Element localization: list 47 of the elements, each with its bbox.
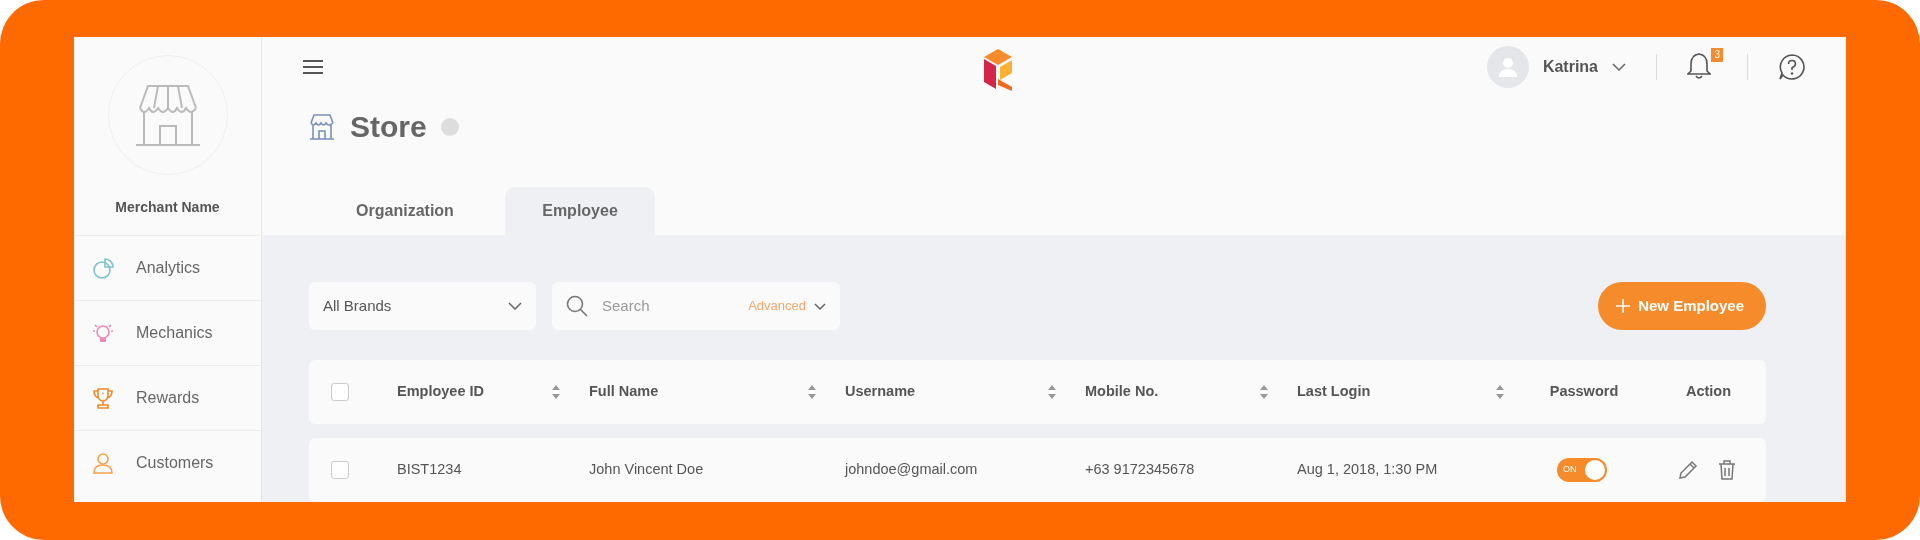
table-cell-text: johndoe@gmail.com [843,460,979,480]
notification-badge: 3 [1711,48,1723,62]
trophy-icon [92,387,114,409]
sort-icon[interactable] [1495,384,1505,400]
checkbox[interactable] [331,461,349,479]
sort-icon[interactable] [551,384,561,400]
merchant-name: Merchant Name [114,198,221,217]
user-name[interactable]: Katrina [1542,55,1598,79]
logo-icon [982,49,1014,91]
trash-icon[interactable] [1717,460,1736,480]
sort-icon[interactable] [807,384,817,400]
column-header[interactable]: Full Name [589,381,659,403]
checkbox[interactable] [331,383,349,401]
page-title: Store [350,109,427,145]
sidebar-item[interactable]: Analytics [74,235,261,300]
help-icon[interactable] [1778,53,1806,81]
sort-icon[interactable] [1259,384,1269,400]
table-cell-text: BIST1234 [396,460,463,480]
column-header[interactable]: Last Login [1297,381,1371,403]
help-dot[interactable] [440,118,459,136]
column-header[interactable]: Employee ID [397,381,485,403]
tab[interactable]: Employee [505,187,655,235]
sidebar-item[interactable]: Mechanics [74,300,261,365]
brand-dropdown[interactable]: All Brands [309,282,536,330]
table-cell-text: John Vincent Doe [588,460,705,480]
column-header[interactable]: Mobile No. [1085,381,1159,403]
table-cell-text: Aug 1, 2018, 1:30 PM [1296,460,1439,480]
user-icon [92,452,114,474]
menu-icon[interactable] [302,59,324,75]
tab[interactable]: Organization [330,187,480,235]
column-header[interactable]: Username [845,381,916,403]
search-icon [566,295,588,317]
lightbulb-icon [92,322,114,344]
column-header: Action [1685,382,1732,402]
store-icon [308,113,336,141]
sidebar-item[interactable]: Rewards [74,365,261,430]
plus-icon [1616,299,1631,313]
sort-icon[interactable] [1047,384,1057,400]
pie-chart-icon [92,257,114,279]
chevron-down-icon [814,302,826,310]
bell-icon[interactable] [1687,52,1711,80]
sidebar-item[interactable]: Customers [74,430,261,495]
pencil-icon[interactable] [1677,460,1698,480]
chevron-down-icon [508,302,522,310]
chevron-down-icon[interactable] [1612,63,1626,71]
table-cell-text: +63 9172345678 [1084,460,1196,480]
column-header: Password [1549,382,1619,402]
